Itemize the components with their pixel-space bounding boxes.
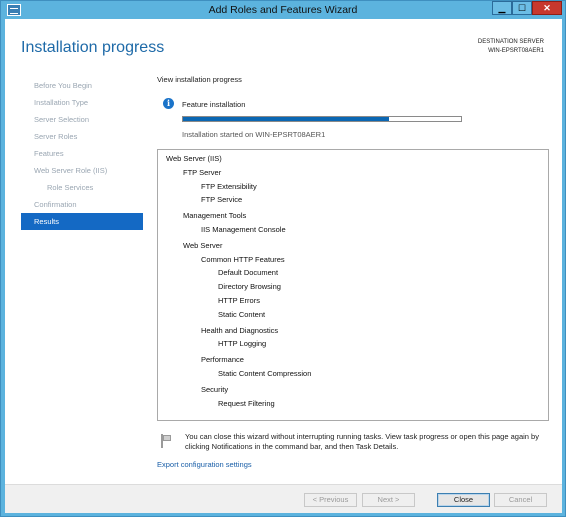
tree-item: Performance — [201, 355, 244, 365]
tree-item: Management Tools — [183, 211, 247, 221]
notification-flag-icon — [160, 434, 172, 448]
tree-item: HTTP Errors — [218, 295, 260, 305]
wizard-client-area: Installation progress DESTINATION SERVER… — [5, 19, 562, 513]
nav-item-confirmation[interactable]: Confirmation — [21, 196, 143, 213]
tree-item: Web Server (IIS) — [166, 154, 222, 163]
tree-item: Static Content — [218, 309, 266, 319]
wizard-window: Add Roles and Features Wizard ▁ ☐ ✕ Inst… — [0, 0, 566, 517]
minimize-button[interactable]: ▁ — [492, 1, 512, 15]
destination-server: DESTINATION SERVER WIN-EPSRT08AER1 — [478, 38, 544, 56]
destination-server-name: WIN-EPSRT08AER1 — [488, 48, 544, 54]
nav-item-features[interactable]: Features — [21, 145, 143, 162]
close-button[interactable]: Close — [437, 493, 490, 507]
installation-started-text: Installation started on WIN-EPSRT08AER1 — [182, 130, 326, 139]
maximize-button[interactable]: ☐ — [512, 1, 532, 15]
tree-item: FTP Extensibility — [201, 181, 257, 191]
nav-item-server-roles[interactable]: Server Roles — [21, 128, 143, 145]
feature-installation-label: Feature installation — [182, 100, 246, 109]
tree-item: Security — [201, 384, 229, 394]
export-configuration-link[interactable]: Export configuration settings — [157, 460, 252, 469]
nav-item-role-services[interactable]: Role Services — [21, 179, 143, 196]
cancel-button[interactable]: Cancel — [494, 493, 547, 507]
nav-item-web-server-role-iis[interactable]: Web Server Role (IIS) — [21, 162, 143, 179]
window-title: Add Roles and Features Wizard — [208, 4, 358, 16]
note-text: You can close this wizard without interr… — [185, 432, 539, 451]
tree-item: HTTP Logging — [218, 339, 267, 349]
wizard-steps-nav: Before You Begin Installation Type Server … — [21, 77, 143, 230]
tree-item: Health and Diagnostics — [201, 325, 279, 335]
tree-item: IIS Management Console — [201, 224, 286, 234]
page-title: Installation progress — [21, 39, 165, 56]
tree-item: Common HTTP Features — [201, 254, 285, 264]
title-bar[interactable]: Add Roles and Features Wizard ▁ ☐ ✕ — [1, 1, 565, 19]
tree-item: Static Content Compression — [218, 368, 312, 378]
tree-item: Default Document — [218, 268, 279, 278]
next-button[interactable]: Next > — [362, 493, 415, 507]
tree-item: FTP Server — [183, 167, 222, 177]
nav-item-before-you-begin[interactable]: Before You Begin — [21, 77, 143, 94]
tree-item: Directory Browsing — [218, 282, 281, 292]
progress-bar-fill — [183, 117, 389, 121]
destination-label: DESTINATION SERVER — [477, 39, 544, 45]
tree-item: FTP Service — [201, 195, 243, 205]
previous-button[interactable]: < Previous — [304, 493, 357, 507]
info-icon: i — [163, 98, 174, 109]
nav-item-installation-type[interactable]: Installation Type — [21, 94, 143, 111]
view-progress-label: View installation progress — [157, 75, 242, 84]
nav-item-results[interactable]: Results — [21, 213, 143, 230]
wizard-footer: < Previous Next > Close Cancel — [5, 484, 562, 513]
installation-progress-bar — [182, 116, 462, 122]
features-tree[interactable]: Web Server (IIS) FTP Server FTP Extensibil… — [157, 149, 549, 421]
tree-item: Web Server — [183, 240, 223, 250]
close-window-button[interactable]: ✕ — [532, 1, 562, 15]
tree-item: Request Filtering — [218, 398, 275, 408]
nav-item-server-selection[interactable]: Server Selection — [21, 111, 143, 128]
